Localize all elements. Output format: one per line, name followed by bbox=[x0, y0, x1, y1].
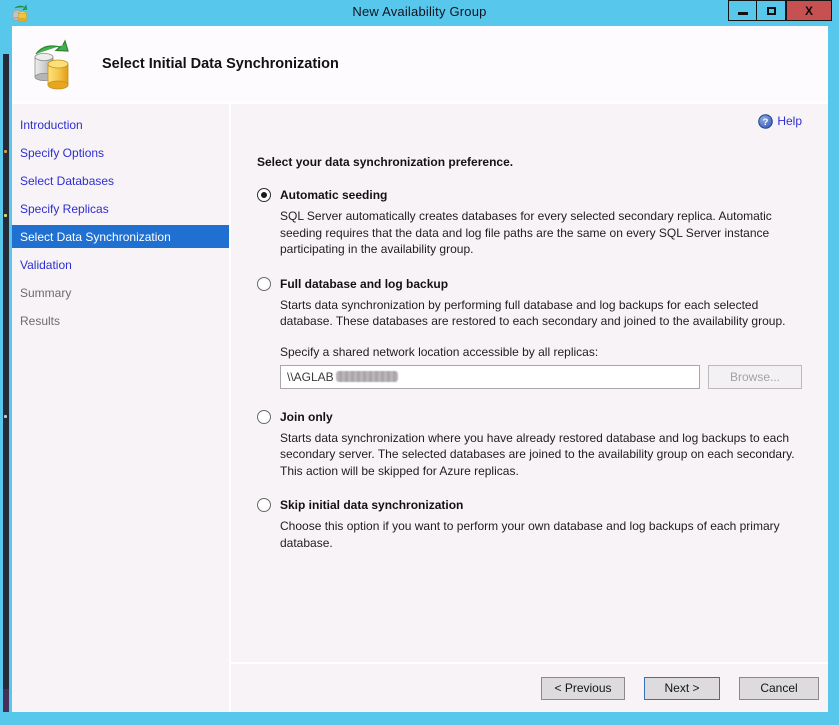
join-only-description: Starts data synchronization where you ha… bbox=[280, 430, 802, 480]
svg-text:?: ? bbox=[763, 117, 769, 128]
skip-sync-description: Choose this option if you want to perfor… bbox=[280, 518, 802, 551]
skip-sync-radio[interactable] bbox=[257, 498, 271, 512]
wizard-footer: < Previous Next > Cancel bbox=[231, 662, 828, 712]
sidebar-item-select-databases[interactable]: Select Databases bbox=[12, 167, 229, 195]
automatic-seeding-radio[interactable] bbox=[257, 188, 271, 202]
full-backup-radio[interactable] bbox=[257, 277, 271, 291]
maximize-button[interactable] bbox=[757, 0, 786, 21]
preference-heading: Select your data synchronization prefere… bbox=[257, 155, 802, 169]
next-button[interactable]: Next > bbox=[644, 677, 720, 700]
option-automatic-seeding: Automatic seeding SQL Server automatical… bbox=[257, 188, 802, 258]
automatic-seeding-description: SQL Server automatically creates databas… bbox=[280, 208, 802, 258]
option-join-only: Join only Starts data synchronization wh… bbox=[257, 410, 802, 480]
sidebar-item-specify-replicas[interactable]: Specify Replicas bbox=[12, 195, 229, 223]
share-location-label: Specify a shared network location access… bbox=[280, 345, 802, 359]
help-label: Help bbox=[777, 114, 802, 128]
browse-button: Browse... bbox=[708, 365, 802, 389]
share-path-redacted-text bbox=[336, 371, 398, 382]
help-icon: ? bbox=[758, 114, 773, 129]
minimize-button[interactable] bbox=[728, 0, 757, 21]
background-speck bbox=[4, 415, 7, 418]
background-speck bbox=[4, 214, 7, 217]
option-full-backup: Full database and log backup Starts data… bbox=[257, 277, 802, 389]
window-title: New Availability Group bbox=[0, 4, 839, 19]
join-only-label[interactable]: Join only bbox=[280, 410, 333, 424]
sidebar-item-specify-options[interactable]: Specify Options bbox=[12, 139, 229, 167]
minimize-icon bbox=[738, 12, 748, 15]
cancel-button[interactable]: Cancel bbox=[739, 677, 819, 700]
main-panel: ? Help Select your data synchronization … bbox=[231, 104, 828, 712]
close-icon: X bbox=[805, 5, 813, 17]
full-backup-label[interactable]: Full database and log backup bbox=[280, 277, 448, 291]
sidebar-item-results: Results bbox=[12, 307, 229, 335]
share-path-input[interactable]: \\AGLAB bbox=[280, 365, 700, 389]
share-path-value: \\AGLAB bbox=[287, 370, 334, 384]
maximize-icon bbox=[767, 7, 776, 15]
title-bar[interactable]: New Availability Group X bbox=[0, 0, 839, 26]
automatic-seeding-label[interactable]: Automatic seeding bbox=[280, 188, 387, 202]
wizard-header: Select Initial Data Synchronization bbox=[12, 26, 828, 104]
sidebar-item-validation[interactable]: Validation bbox=[12, 251, 229, 279]
close-button[interactable]: X bbox=[786, 0, 832, 21]
data-sync-databases-icon bbox=[30, 37, 76, 91]
sidebar-item-select-data-synchronization[interactable]: Select Data Synchronization bbox=[12, 225, 229, 248]
full-backup-description: Starts data synchronization by performin… bbox=[280, 297, 802, 330]
skip-sync-label[interactable]: Skip initial data synchronization bbox=[280, 498, 463, 512]
new-availability-group-dialog: Select Initial Data Synchronization Intr… bbox=[12, 26, 828, 712]
background-speck bbox=[4, 150, 7, 153]
help-link[interactable]: ? Help bbox=[758, 114, 802, 129]
previous-button[interactable]: < Previous bbox=[541, 677, 625, 700]
wizard-steps-sidebar: Introduction Specify Options Select Data… bbox=[12, 104, 231, 712]
sidebar-item-summary: Summary bbox=[12, 279, 229, 307]
page-title: Select Initial Data Synchronization bbox=[102, 56, 339, 72]
join-only-radio[interactable] bbox=[257, 410, 271, 424]
option-skip-sync: Skip initial data synchronization Choose… bbox=[257, 498, 802, 551]
background-window-sliver-bottom bbox=[3, 689, 9, 712]
sidebar-item-introduction[interactable]: Introduction bbox=[12, 111, 229, 139]
